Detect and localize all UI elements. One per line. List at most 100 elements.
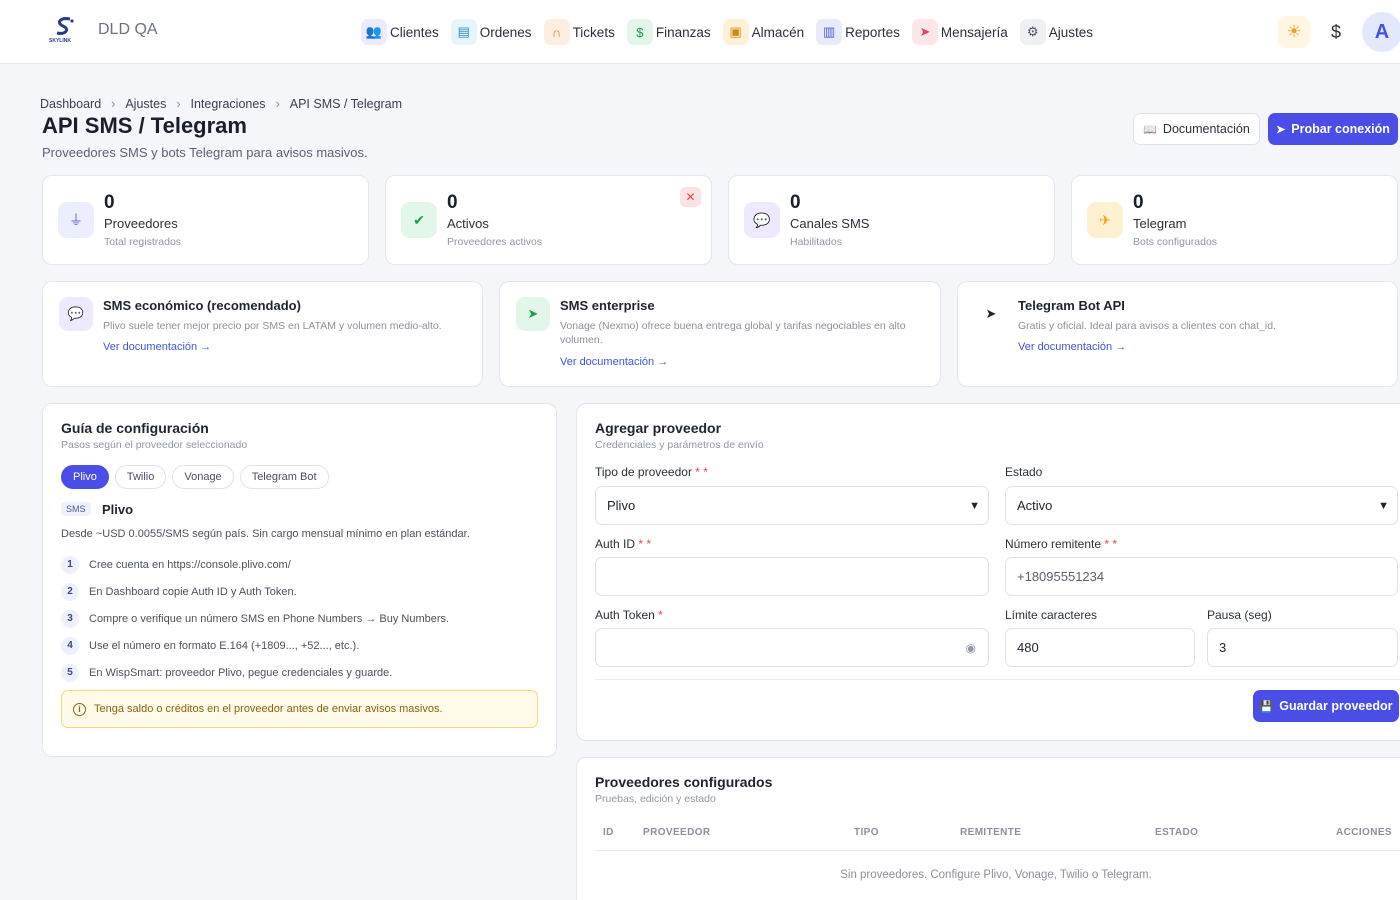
tab-twilio[interactable]: Twilio [114, 465, 167, 489]
status-label: Estado [1005, 465, 1043, 479]
info-desc: Gratis y oficial. Ideal para avisos a cl… [1018, 320, 1276, 332]
app-brand: DLD QA [98, 21, 158, 38]
sender-number-label: Número remitente * * [1005, 537, 1118, 551]
theme-toggle-sun-icon[interactable]: ☀ [1278, 16, 1310, 48]
pause-input[interactable]: 3 [1207, 628, 1398, 667]
column-header: TIPO [854, 827, 879, 838]
step-number: 5 [61, 663, 79, 682]
step-number: 1 [61, 555, 79, 574]
stat-card-canales-sms: 💬 0 Canales SMS Habilitados [728, 175, 1055, 265]
guide-step: 2 En Dashboard copie Auth ID y Auth Token… [61, 578, 449, 605]
skylink-logo[interactable]: SKYLINK [48, 16, 82, 44]
table-title: Proveedores configurados [595, 774, 773, 790]
stat-card-telegram: ✈ 0 Telegram Bots configurados [1071, 175, 1398, 265]
topbar-actions: ☀ $ A [1278, 12, 1400, 52]
stat-card-activos: ✔ 0 Activos Proveedores activos ✕ [385, 175, 712, 265]
stat-value: 0 [447, 192, 458, 213]
column-header: ACCIONES [1336, 827, 1392, 838]
guide-step: 4 Use el número en formato E.164 (+1809..… [61, 632, 449, 659]
headset-icon: ∩ [543, 19, 570, 45]
step-text: Compre o verifique un número SMS en Phon… [89, 612, 450, 625]
nav-finanzas[interactable]: $ Finanzas [626, 18, 717, 46]
sender-number-input[interactable]: +18095551234 [1005, 557, 1398, 596]
breadcrumb-ajustes[interactable]: Ajustes [125, 97, 166, 111]
info-card-telegram-bot: ➤ Telegram Bot API Gratis y oficial. Ide… [957, 281, 1398, 387]
guide-step: 1 Cree cuenta en https://console.plivo.co… [61, 551, 449, 578]
check-circle-icon: ✔ [401, 202, 437, 238]
currency-dollar-icon[interactable]: $ [1320, 16, 1352, 48]
breadcrumb: Dashboard › Ajustes › Integraciones › AP… [40, 97, 402, 111]
nav-clientes[interactable]: 👥 Clientes [361, 18, 445, 46]
step-text: Use el número en formato E.164 (+1809...… [89, 639, 360, 652]
nav-ordenes[interactable]: ▤ Ordenes [450, 18, 538, 46]
chevron-down-icon: ▼ [1378, 500, 1389, 512]
eye-icon[interactable]: ◉ [966, 641, 976, 655]
breadcrumb-integraciones[interactable]: Integraciones [191, 97, 266, 111]
auth-token-input[interactable]: ◉ [595, 628, 989, 667]
nav-almacen[interactable]: ▣ Almacén [722, 18, 811, 46]
nav-ajustes[interactable]: ⚙ Ajustes [1019, 18, 1099, 46]
stat-value: 0 [790, 192, 801, 213]
documentation-link[interactable]: Ver documentación → [1018, 341, 1126, 353]
info-title: SMS económico (recomendado) [103, 298, 301, 313]
guide-provider-name: Plivo [102, 502, 134, 517]
step-text: En WispSmart: proveedor Plivo, pegue cre… [89, 666, 393, 679]
stat-sub: Total registrados [104, 236, 182, 248]
chevron-down-icon: ▼ [969, 500, 980, 512]
documentation-link[interactable]: Ver documentación → [560, 356, 668, 368]
step-text: En Dashboard copie Auth ID y Auth Token. [89, 585, 297, 598]
provider-type-select[interactable]: Plivo ▼ [595, 486, 989, 525]
provider-tabs: Plivo Twilio Vonage Telegram Bot [61, 465, 329, 489]
stat-value: 0 [1133, 192, 1144, 213]
plug-icon: ⏚ [58, 202, 94, 238]
info-card-sms-enterprise: ➤ SMS enterprise Vonage (Nexmo) ofrece b… [499, 281, 941, 387]
auth-id-label: Auth ID * * [595, 537, 652, 551]
channel-badge: SMS [61, 502, 91, 516]
nav-tickets[interactable]: ∩ Tickets [543, 18, 621, 46]
telegram-icon: ✈ [1087, 202, 1123, 238]
step-number: 4 [61, 636, 79, 655]
table-subtitle: Pruebas, edición y estado [595, 793, 716, 805]
tab-plivo[interactable]: Plivo [61, 465, 109, 489]
document-icon: ▤ [450, 19, 477, 45]
breadcrumb-dashboard[interactable]: Dashboard [40, 97, 101, 111]
chevron-right-icon: › [111, 97, 116, 111]
guide-steps: 1 Cree cuenta en https://console.plivo.co… [61, 551, 449, 686]
documentation-link[interactable]: Ver documentación → [103, 341, 211, 353]
guide-title: Guía de configuración [61, 420, 209, 436]
table-header: ID PROVEEDOR TIPO REMITENTE ESTADO ACCIO… [595, 827, 1400, 851]
page-subtitle: Proveedores SMS y bots Telegram para avi… [42, 145, 368, 160]
save-icon: 💾 [1259, 700, 1274, 713]
user-avatar[interactable]: A [1362, 12, 1400, 52]
test-connection-button[interactable]: ➤ Probar conexión [1268, 113, 1398, 145]
form-title: Agregar proveedor [595, 420, 722, 436]
stat-card-proveedores: ⏚ 0 Proveedores Total registrados [42, 175, 369, 265]
documentation-button[interactable]: 📖 Documentación [1133, 113, 1260, 145]
close-icon[interactable]: ✕ [680, 187, 701, 207]
nav-label: Reportes [845, 24, 900, 40]
providers-table-panel: Proveedores configurados Pruebas, edició… [576, 757, 1400, 900]
column-header: PROVEEDOR [643, 827, 711, 838]
box-icon: ▣ [722, 19, 749, 45]
save-provider-label: Guardar proveedor [1279, 699, 1393, 713]
nav-label: Clientes [390, 24, 439, 40]
save-provider-button[interactable]: 💾 Guardar proveedor [1253, 690, 1399, 722]
auth-token-label: Auth Token * [595, 608, 663, 622]
sms-bubble-icon: 💬 [59, 297, 93, 331]
auth-id-input[interactable] [595, 557, 989, 596]
tab-telegram-bot[interactable]: Telegram Bot [239, 465, 329, 489]
info-title: SMS enterprise [560, 298, 655, 313]
send-icon: ➤ [516, 297, 550, 331]
provider-type-label: Tipo de proveedor * * [595, 465, 708, 479]
char-limit-input[interactable]: 480 [1005, 628, 1195, 667]
info-title: Telegram Bot API [1018, 298, 1125, 313]
tab-vonage[interactable]: Vonage [172, 465, 234, 489]
chart-icon: ▥ [816, 19, 843, 45]
nav-reportes[interactable]: ▥ Reportes [816, 18, 906, 46]
documentation-button-label: Documentación [1162, 122, 1250, 136]
nav-mensajeria[interactable]: ➤ Mensajería [911, 18, 1014, 46]
gear-icon: ⚙ [1019, 19, 1046, 45]
config-guide-panel: Guía de configuración Pasos según el pro… [42, 403, 557, 757]
stat-label: Canales SMS [790, 216, 870, 231]
status-select[interactable]: Activo ▼ [1005, 486, 1398, 525]
